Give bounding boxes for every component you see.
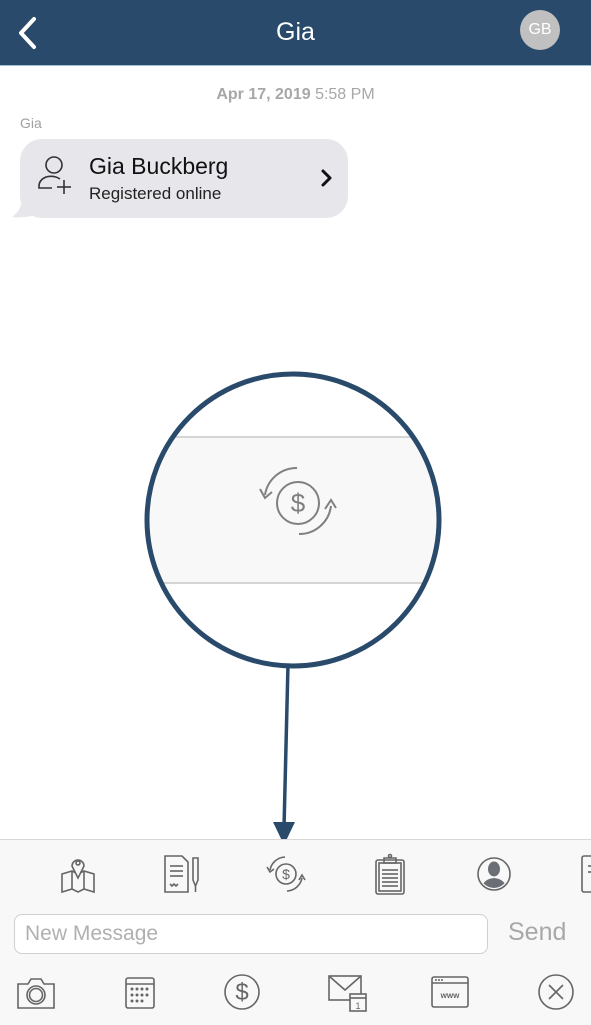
timestamp-date: Apr 17, 2019 — [216, 86, 311, 103]
send-button[interactable]: Send — [508, 918, 566, 947]
map-pin-icon[interactable] — [56, 852, 100, 896]
contact-status: Registered online — [89, 184, 222, 203]
document-icon[interactable] — [576, 852, 591, 896]
mail-calendar-icon[interactable]: 1 — [326, 970, 370, 1014]
contact-card-bubble[interactable]: Gia Buckberg Registered online — [20, 139, 348, 218]
user-add-icon — [38, 156, 71, 194]
magnified-money-exchange-icon: $ — [259, 466, 337, 536]
chevron-right-icon — [321, 169, 332, 187]
close-circle-icon[interactable] — [534, 970, 578, 1014]
svg-text:$: $ — [291, 488, 306, 518]
svg-text:$: $ — [282, 866, 290, 882]
camera-icon[interactable] — [14, 970, 58, 1014]
contact-name: Gia Buckberg — [89, 153, 229, 179]
calendar-icon[interactable] — [118, 970, 162, 1014]
navigation-bar: Gia GB — [0, 0, 591, 66]
document-sign-icon[interactable] — [160, 852, 204, 896]
new-message-input[interactable] — [14, 914, 488, 954]
conversation-title: Gia — [276, 18, 315, 46]
svg-text:www: www — [440, 991, 460, 1000]
svg-text:1: 1 — [355, 1001, 360, 1011]
svg-text:$: $ — [235, 979, 248, 1006]
money-exchange-icon[interactable]: $ — [264, 852, 308, 896]
avatar[interactable]: GB — [520, 10, 560, 50]
compose-toolbar: $ Send $ 1 www — [0, 839, 591, 1025]
sender-label: Gia — [20, 115, 42, 131]
timestamp-time: 5:58 PM — [315, 86, 375, 103]
clipboard-icon[interactable] — [368, 852, 412, 896]
contact-avatar-icon[interactable] — [472, 852, 516, 896]
dollar-icon[interactable]: $ — [220, 970, 264, 1014]
message-timestamp: Apr 17, 2019 5:58 PM — [0, 86, 591, 104]
web-browser-icon[interactable]: www — [428, 970, 472, 1014]
